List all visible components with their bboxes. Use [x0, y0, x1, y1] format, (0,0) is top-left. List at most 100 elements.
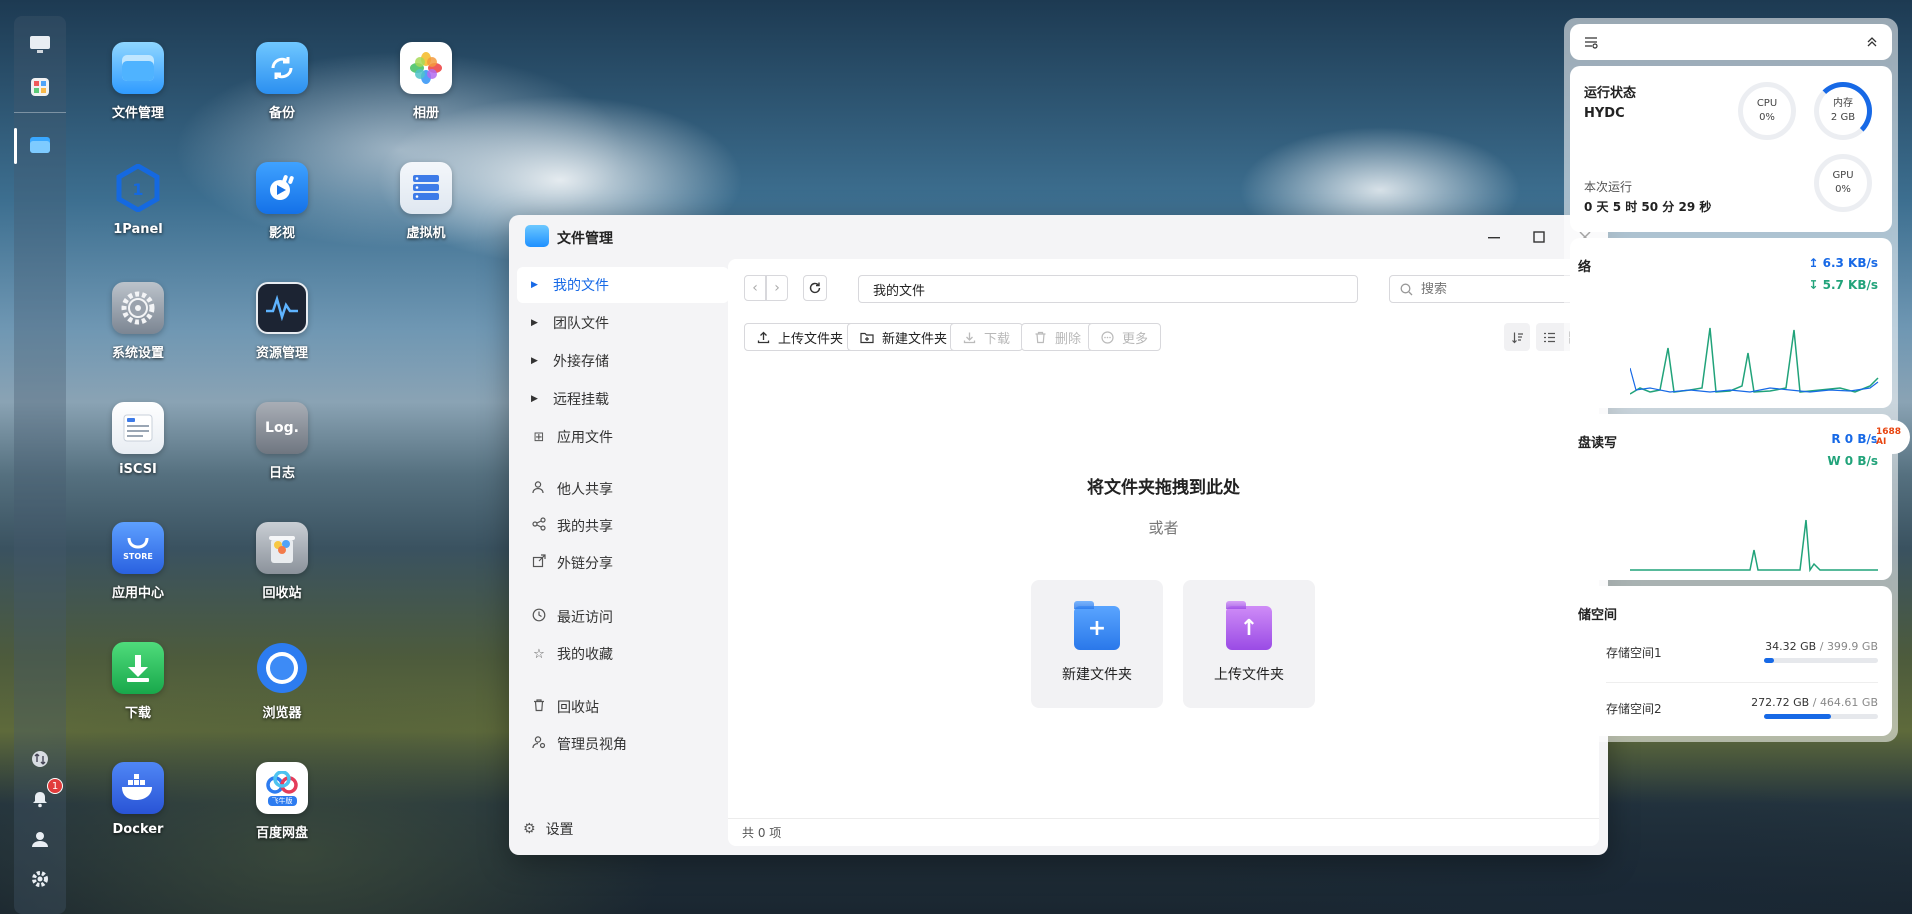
desktop-app-browser[interactable]: 浏览器 [227, 642, 337, 721]
desktop-app-recycle-bin[interactable]: 回收站 [227, 522, 337, 601]
desktop-app-settings[interactable]: 系统设置 [83, 282, 193, 361]
caret-right-icon: ▶ [531, 280, 538, 290]
new-folder-card[interactable]: + 新建文件夹 [1031, 580, 1163, 708]
desktop-app-label: 影视 [268, 226, 295, 241]
list-view-button[interactable] [1536, 323, 1562, 351]
settings-label: 设置 [545, 822, 574, 838]
desktop-app-backup[interactable]: 备份 [227, 42, 337, 121]
collapse-icon[interactable] [1866, 36, 1878, 48]
desktop-app-video[interactable]: 影视 [227, 162, 337, 241]
sidebar-item-admin-view[interactable]: 管理员视角 [517, 726, 729, 762]
desktop-app-app-center[interactable]: STORE 应用中心 [83, 522, 193, 601]
back-button[interactable]: ‹ [744, 275, 766, 301]
storage-widget: 储空间 存储空间1 34.32 GB / 399.9 GB 存储空间2 272.… [1570, 586, 1892, 736]
baidu-tile-text: 飞牛版 [267, 795, 297, 806]
trash-icon [1035, 331, 1046, 343]
desktop-app-download[interactable]: 下载 [83, 642, 193, 721]
refresh-button[interactable] [803, 275, 827, 301]
upload-folder-button[interactable]: 上传文件夹 [744, 323, 857, 351]
path-breadcrumb[interactable]: 我的文件 [858, 275, 1358, 303]
storage-pool-name: 存储空间1 [1606, 646, 1662, 660]
desktop-app-label: 1Panel [113, 222, 163, 237]
desktop-app-label: 下载 [124, 706, 151, 721]
desktop-app-label: 应用中心 [111, 586, 164, 601]
sidebar-item-external-storage[interactable]: ▶ 外接存储 [517, 343, 729, 379]
desktop-app-photos[interactable]: 相册 [371, 42, 481, 121]
search-input[interactable] [1421, 281, 1581, 297]
download-button[interactable]: 下载 [950, 323, 1024, 351]
sidebar-item-label: 我的文件 [553, 278, 609, 294]
user-icon[interactable] [27, 826, 53, 852]
empty-state-title: 将文件夹拖拽到此处 [1087, 478, 1240, 498]
card-label: 新建文件夹 [1062, 667, 1132, 683]
sidebar-item-label: 我的收藏 [557, 647, 613, 663]
new-folder-button[interactable]: 新建文件夹 [847, 323, 961, 351]
sidebar-item-label: 外链分享 [557, 556, 613, 572]
storage-pool-bar [1764, 658, 1878, 663]
list-icon [1543, 332, 1555, 342]
desktop-app-vm[interactable]: 虚拟机 [371, 162, 481, 241]
desktop-app-log[interactable]: Log. 日志 [227, 402, 337, 481]
desktop-app-docker[interactable]: Docker [83, 762, 193, 837]
storage-pool-bar [1764, 714, 1878, 719]
delete-button[interactable]: 删除 [1021, 323, 1095, 351]
sort-button[interactable] [1504, 323, 1530, 351]
dock-file-manager-icon[interactable] [27, 132, 53, 158]
sidebar-item-label: 管理员视角 [557, 737, 627, 753]
window-titlebar[interactable]: 文件管理 [509, 215, 1608, 259]
sidebar-item-app-files[interactable]: ⊞ 应用文件 [517, 419, 729, 455]
system-status-widget: 运行状态 HYDC CPU 0% 内存 2 GB GPU 0% 本次运行 0 天… [1570, 66, 1892, 232]
gpu-label: GPU [1832, 170, 1854, 181]
sidebar-item-favorites[interactable]: ☆ 我的收藏 [517, 636, 729, 672]
caret-right-icon: ▶ [531, 318, 538, 328]
storage-pool-usage: 272.72 GB / 464.61 GB [1751, 696, 1878, 709]
app-grid-icon[interactable] [27, 74, 53, 100]
desktop-app-label: 资源管理 [255, 346, 308, 361]
dock-divider [14, 112, 66, 113]
ai-assistant-badge[interactable]: 1688 AI [1876, 420, 1910, 454]
widget-panel: 运行状态 HYDC CPU 0% 内存 2 GB GPU 0% 本次运行 0 天… [1564, 18, 1898, 742]
gpu-value: 0% [1835, 184, 1851, 195]
external-link-icon [531, 554, 547, 572]
search-field[interactable] [1389, 275, 1589, 303]
sidebar-item-link-shares[interactable]: 外链分享 [517, 545, 729, 581]
disk-write-speed: W 0 B/s [1827, 454, 1878, 468]
desktop-app-file-manager[interactable]: 文件管理 [83, 42, 193, 121]
bell-icon[interactable]: 1 [27, 778, 63, 812]
storage-pool-bar-fill [1764, 658, 1774, 663]
memory-label: 内存 [1833, 98, 1853, 109]
desktop-app-1panel[interactable]: 1 1Panel [83, 162, 193, 237]
sidebar-item-label: 团队文件 [553, 316, 609, 332]
memory-ring: 内存 2 GB [1814, 82, 1872, 140]
desktop-app-resource-monitor[interactable]: 资源管理 [227, 282, 337, 361]
status-title: 运行状态 [1584, 86, 1637, 101]
sidebar-item-my-files[interactable]: ▶ 我的文件 [517, 267, 729, 303]
more-button[interactable]: 更多 [1088, 323, 1162, 351]
sidebar-item-label: 应用文件 [557, 430, 613, 446]
sidebar-item-shared-with-me[interactable]: 他人共享 [517, 471, 729, 507]
caret-right-icon: ▶ [531, 356, 538, 366]
file-list-area: ‹ › 我的文件 上传文件夹 新建文件夹 下载 删除 更 [728, 259, 1599, 846]
forward-button[interactable]: › [766, 275, 788, 301]
settings-button[interactable]: ⚙ 设置 [523, 819, 574, 839]
desktop-app-baidu-netdisk[interactable]: 飞牛版 百度网盘 [227, 762, 337, 841]
storage-pool-usage: 34.32 GB / 399.9 GB [1765, 640, 1878, 653]
desktop-icon[interactable] [27, 32, 53, 58]
minimize-button[interactable] [1479, 223, 1509, 251]
network-chart [1630, 327, 1879, 395]
desktop-app-iscsi[interactable]: iSCSI [83, 402, 193, 477]
maximize-button[interactable] [1524, 223, 1554, 251]
gear-icon[interactable] [27, 866, 53, 892]
upload-folder-card[interactable]: ↑ 上传文件夹 [1183, 580, 1315, 708]
widget-settings-icon[interactable] [1584, 36, 1598, 49]
sidebar-item-remote-mount[interactable]: ▶ 远程挂载 [517, 381, 729, 417]
sidebar-item-recent[interactable]: 最近访问 [517, 599, 729, 635]
users-icon [531, 480, 547, 498]
notification-count-badge: 1 [47, 778, 63, 794]
sidebar-item-my-shares[interactable]: 我的共享 [517, 508, 729, 544]
transfer-icon[interactable] [27, 746, 53, 772]
sidebar-item-label: 我的共享 [557, 519, 613, 535]
sidebar-item-recycle-bin[interactable]: 回收站 [517, 689, 729, 725]
sidebar-item-team-files[interactable]: ▶ 团队文件 [517, 305, 729, 341]
store-bag-icon: STORE [112, 522, 164, 574]
